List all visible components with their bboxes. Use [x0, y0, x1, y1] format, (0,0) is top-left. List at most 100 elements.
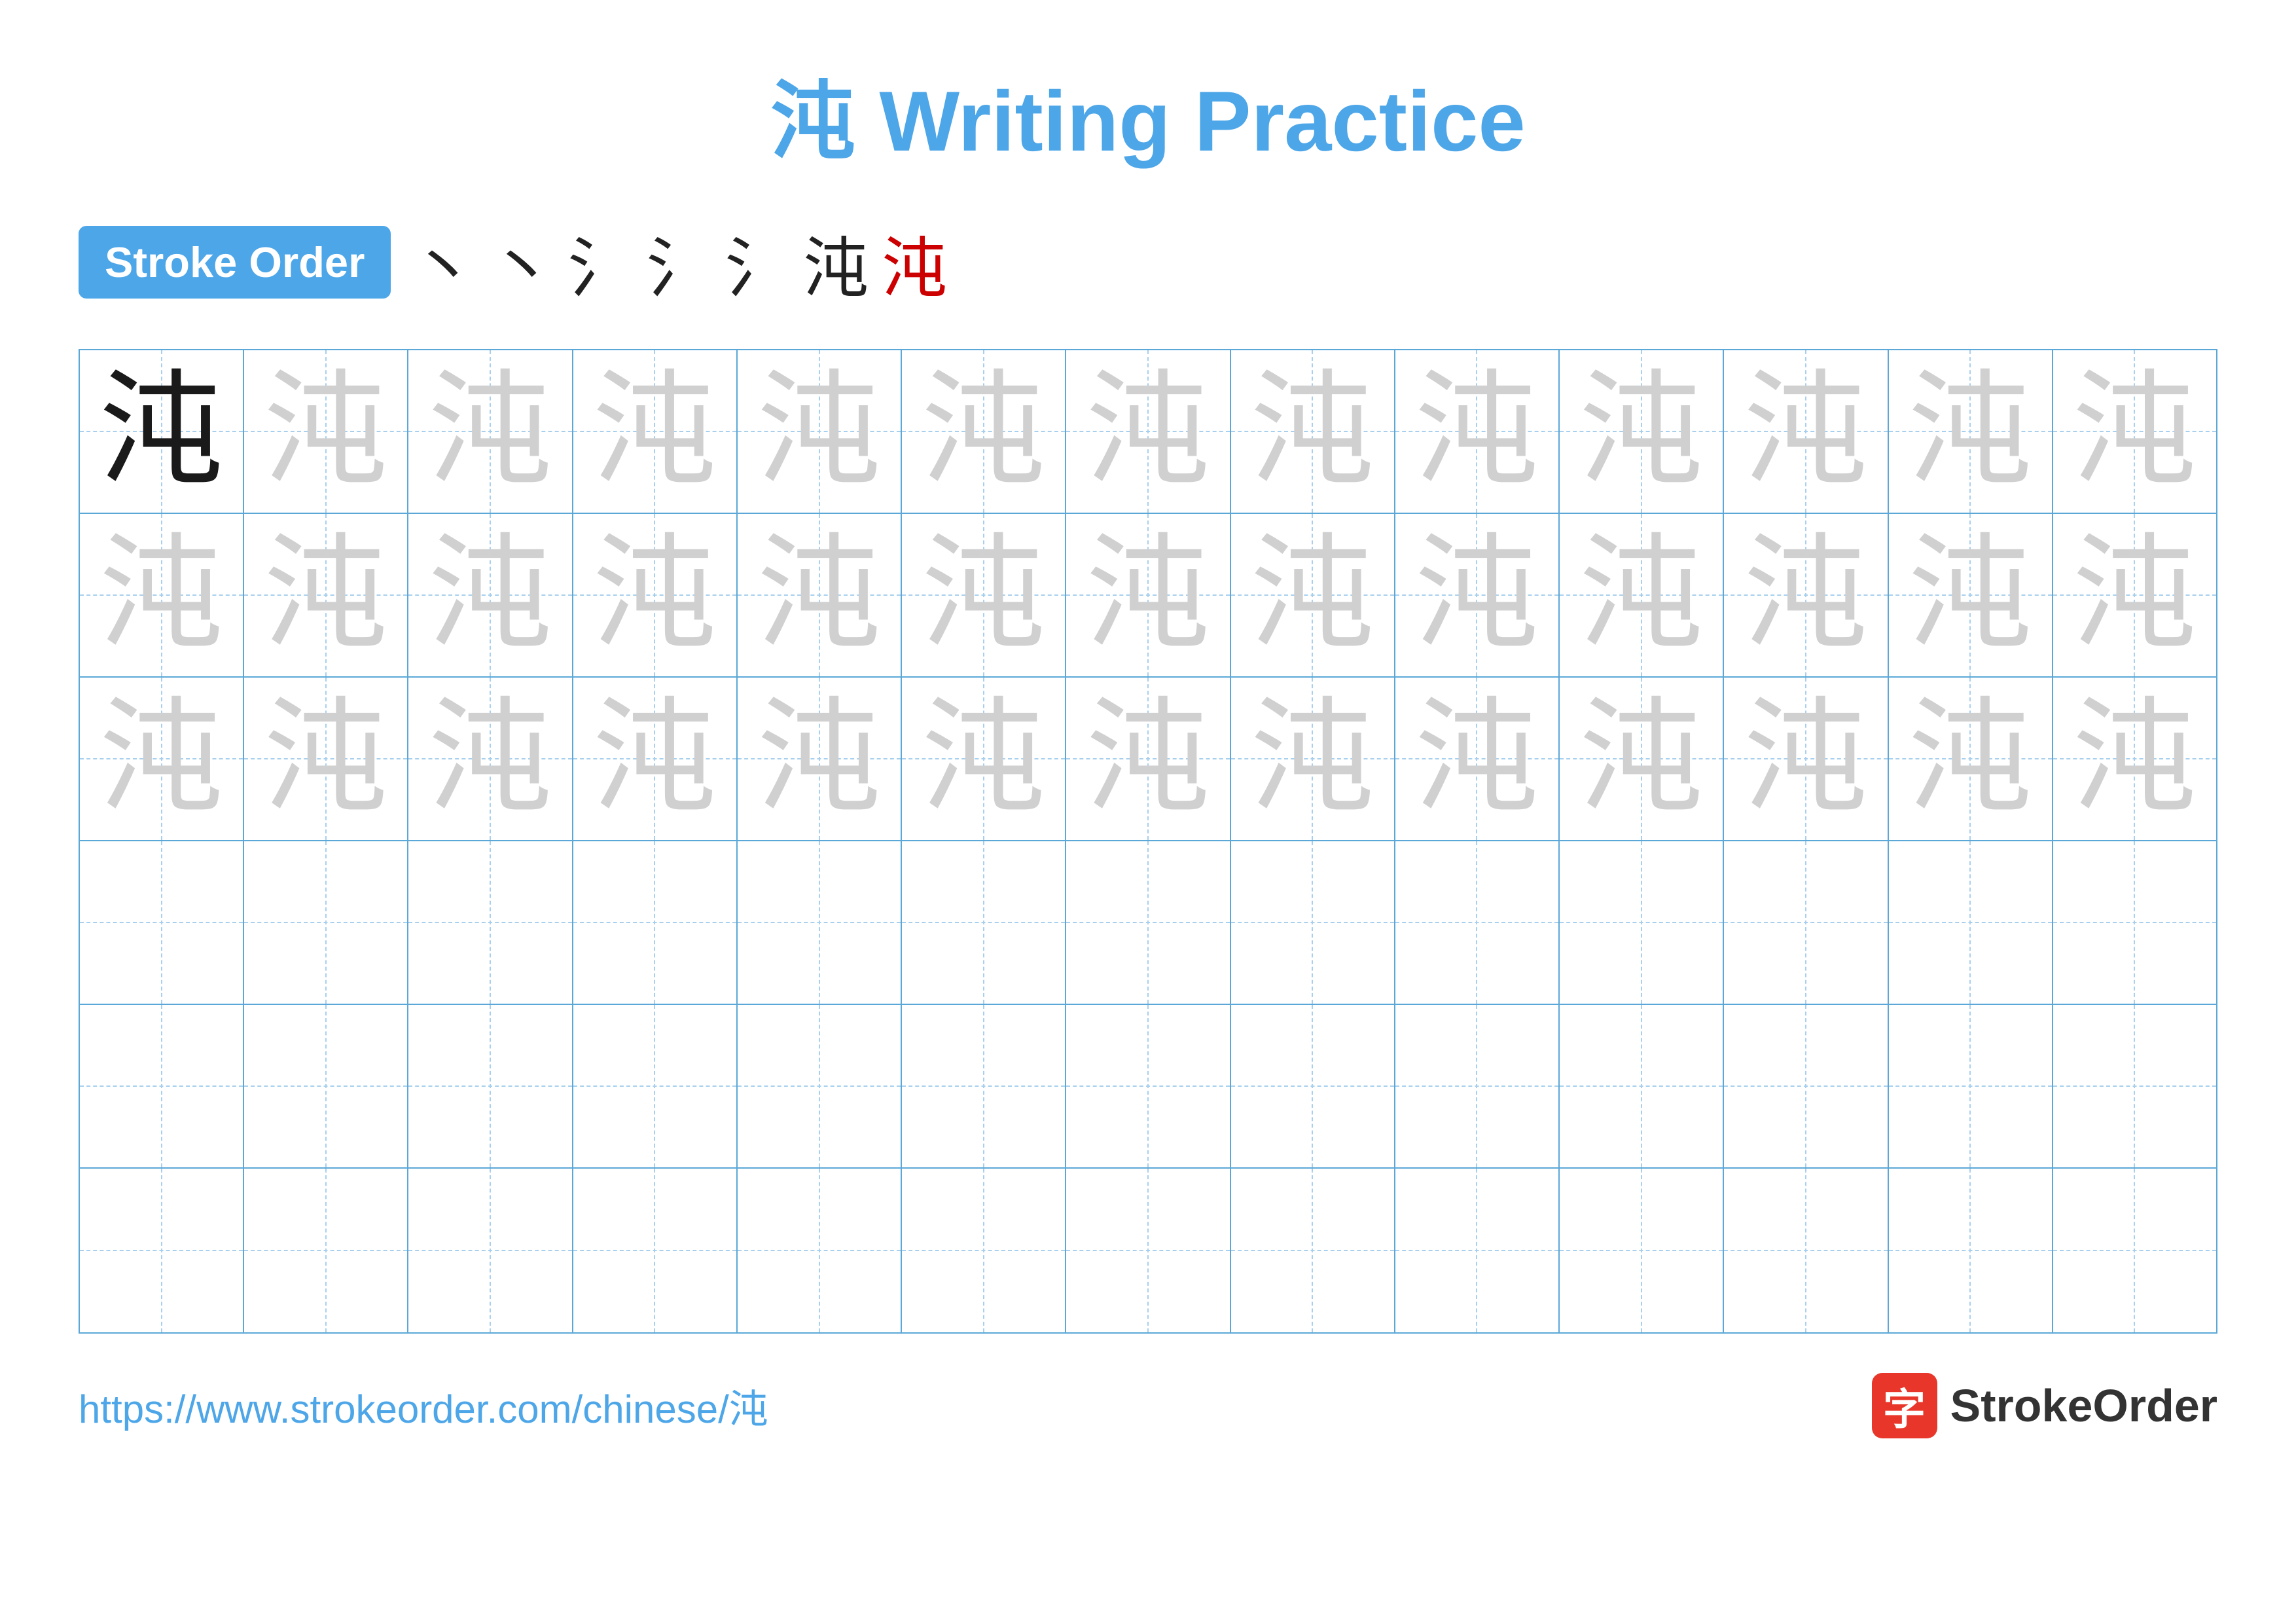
- grid-cell: 沌: [738, 514, 902, 676]
- grid-cell[interactable]: [1560, 1005, 1724, 1167]
- grid-cell: 沌: [1066, 350, 1230, 513]
- stroke-seq-char-6: 沌: [882, 215, 947, 310]
- grid-cell: 沌: [1395, 678, 1560, 840]
- stroke-seq-char-1: 丶: [489, 215, 554, 310]
- grid-cell: 沌: [1560, 678, 1724, 840]
- grid-cell[interactable]: [2053, 1169, 2216, 1332]
- grid-cell[interactable]: [80, 1005, 244, 1167]
- grid-cell: 沌: [2053, 514, 2216, 676]
- grid-cell: 沌: [244, 350, 408, 513]
- grid-cell[interactable]: [902, 841, 1066, 1004]
- grid-row-6[interactable]: [80, 1169, 2216, 1332]
- grid-cell: 沌: [738, 350, 902, 513]
- grid-row-4[interactable]: [80, 841, 2216, 1005]
- stroke-seq-char-3: 氵: [646, 215, 711, 310]
- grid-cell[interactable]: [244, 1005, 408, 1167]
- grid-cell: 沌: [408, 350, 573, 513]
- grid-cell[interactable]: [1395, 841, 1560, 1004]
- grid-cell[interactable]: [902, 1005, 1066, 1167]
- grid-cell[interactable]: [738, 1169, 902, 1332]
- grid-cell[interactable]: [902, 1169, 1066, 1332]
- page-title: 沌 Writing Practice: [770, 52, 1525, 175]
- stroke-order-row: Stroke Order 丶丶氵氵氵沌沌: [79, 215, 2217, 310]
- stroke-seq-char-2: 氵: [567, 215, 633, 310]
- grid-cell: 沌: [408, 514, 573, 676]
- grid-cell: 沌: [1560, 350, 1724, 513]
- grid-cell[interactable]: [1560, 841, 1724, 1004]
- stroke-seq-char-0: 丶: [410, 215, 476, 310]
- grid-cell: 沌: [1889, 350, 2053, 513]
- grid-cell: 沌: [1066, 678, 1230, 840]
- stroke-sequence: 丶丶氵氵氵沌沌: [410, 215, 947, 310]
- grid-cell: 沌: [1889, 678, 2053, 840]
- grid-cell[interactable]: [1724, 841, 1888, 1004]
- grid-cell: 沌: [244, 678, 408, 840]
- grid-cell: 沌: [1889, 514, 2053, 676]
- logo-icon: 字: [1872, 1373, 1937, 1438]
- stroke-order-badge: Stroke Order: [79, 226, 391, 299]
- grid-cell[interactable]: [1889, 841, 2053, 1004]
- grid-cell[interactable]: [573, 841, 738, 1004]
- grid-cell: 沌: [80, 350, 244, 513]
- grid-cell[interactable]: [1066, 1169, 1230, 1332]
- grid-cell[interactable]: [408, 1005, 573, 1167]
- grid-cell: 沌: [244, 514, 408, 676]
- grid-cell: 沌: [902, 350, 1066, 513]
- grid-cell[interactable]: [1231, 1169, 1395, 1332]
- grid-cell[interactable]: [1560, 1169, 1724, 1332]
- grid-row-5[interactable]: [80, 1005, 2216, 1169]
- grid-cell: 沌: [1724, 514, 1888, 676]
- grid-cell[interactable]: [1066, 1005, 1230, 1167]
- grid-cell[interactable]: [1889, 1169, 2053, 1332]
- stroke-seq-char-4: 氵: [725, 215, 790, 310]
- grid-cell: 沌: [80, 514, 244, 676]
- grid-cell[interactable]: [80, 841, 244, 1004]
- grid-cell: 沌: [1231, 350, 1395, 513]
- grid-cell: 沌: [1231, 678, 1395, 840]
- grid-cell[interactable]: [573, 1169, 738, 1332]
- grid-row-3: 沌 沌 沌 沌 沌 沌 沌 沌 沌 沌 沌 沌 沌: [80, 678, 2216, 841]
- grid-cell[interactable]: [1889, 1005, 2053, 1167]
- grid-cell: 沌: [1395, 350, 1560, 513]
- grid-cell[interactable]: [80, 1169, 244, 1332]
- grid-cell: 沌: [573, 350, 738, 513]
- grid-cell: 沌: [2053, 350, 2216, 513]
- grid-cell[interactable]: [244, 1169, 408, 1332]
- grid-cell[interactable]: [2053, 1005, 2216, 1167]
- grid-cell[interactable]: [573, 1005, 738, 1167]
- grid-cell[interactable]: [1724, 1005, 1888, 1167]
- grid-cell[interactable]: [2053, 841, 2216, 1004]
- practice-grid: 沌 沌 沌 沌 沌 沌 沌 沌 沌 沌 沌 沌 沌 沌 沌 沌 沌 沌 沌 沌 …: [79, 349, 2217, 1334]
- grid-cell: 沌: [573, 678, 738, 840]
- grid-cell[interactable]: [408, 1169, 573, 1332]
- grid-cell[interactable]: [738, 841, 902, 1004]
- grid-cell: 沌: [1724, 678, 1888, 840]
- footer-logo: 字 StrokeOrder: [1872, 1373, 2217, 1438]
- grid-cell[interactable]: [1724, 1169, 1888, 1332]
- footer-url[interactable]: https://www.strokeorder.com/chinese/沌: [79, 1377, 768, 1434]
- grid-cell: 沌: [1560, 514, 1724, 676]
- grid-cell: 沌: [2053, 678, 2216, 840]
- logo-name: StrokeOrder: [1950, 1379, 2217, 1432]
- grid-cell[interactable]: [1231, 841, 1395, 1004]
- stroke-seq-char-5: 沌: [803, 215, 869, 310]
- grid-cell: 沌: [902, 514, 1066, 676]
- grid-cell: 沌: [738, 678, 902, 840]
- grid-cell: 沌: [80, 678, 244, 840]
- grid-cell: 沌: [902, 678, 1066, 840]
- grid-cell[interactable]: [1231, 1005, 1395, 1167]
- grid-cell[interactable]: [738, 1005, 902, 1167]
- grid-cell: 沌: [1231, 514, 1395, 676]
- footer: https://www.strokeorder.com/chinese/沌 字 …: [79, 1373, 2217, 1438]
- grid-cell: 沌: [408, 678, 573, 840]
- grid-cell: 沌: [1724, 350, 1888, 513]
- grid-cell: 沌: [1066, 514, 1230, 676]
- grid-cell[interactable]: [1066, 841, 1230, 1004]
- grid-cell[interactable]: [1395, 1169, 1560, 1332]
- grid-cell[interactable]: [244, 841, 408, 1004]
- grid-cell[interactable]: [408, 841, 573, 1004]
- page: 沌 Writing Practice Stroke Order 丶丶氵氵氵沌沌 …: [0, 0, 2296, 1623]
- grid-cell[interactable]: [1395, 1005, 1560, 1167]
- grid-cell: 沌: [573, 514, 738, 676]
- grid-row-1: 沌 沌 沌 沌 沌 沌 沌 沌 沌 沌 沌 沌 沌: [80, 350, 2216, 514]
